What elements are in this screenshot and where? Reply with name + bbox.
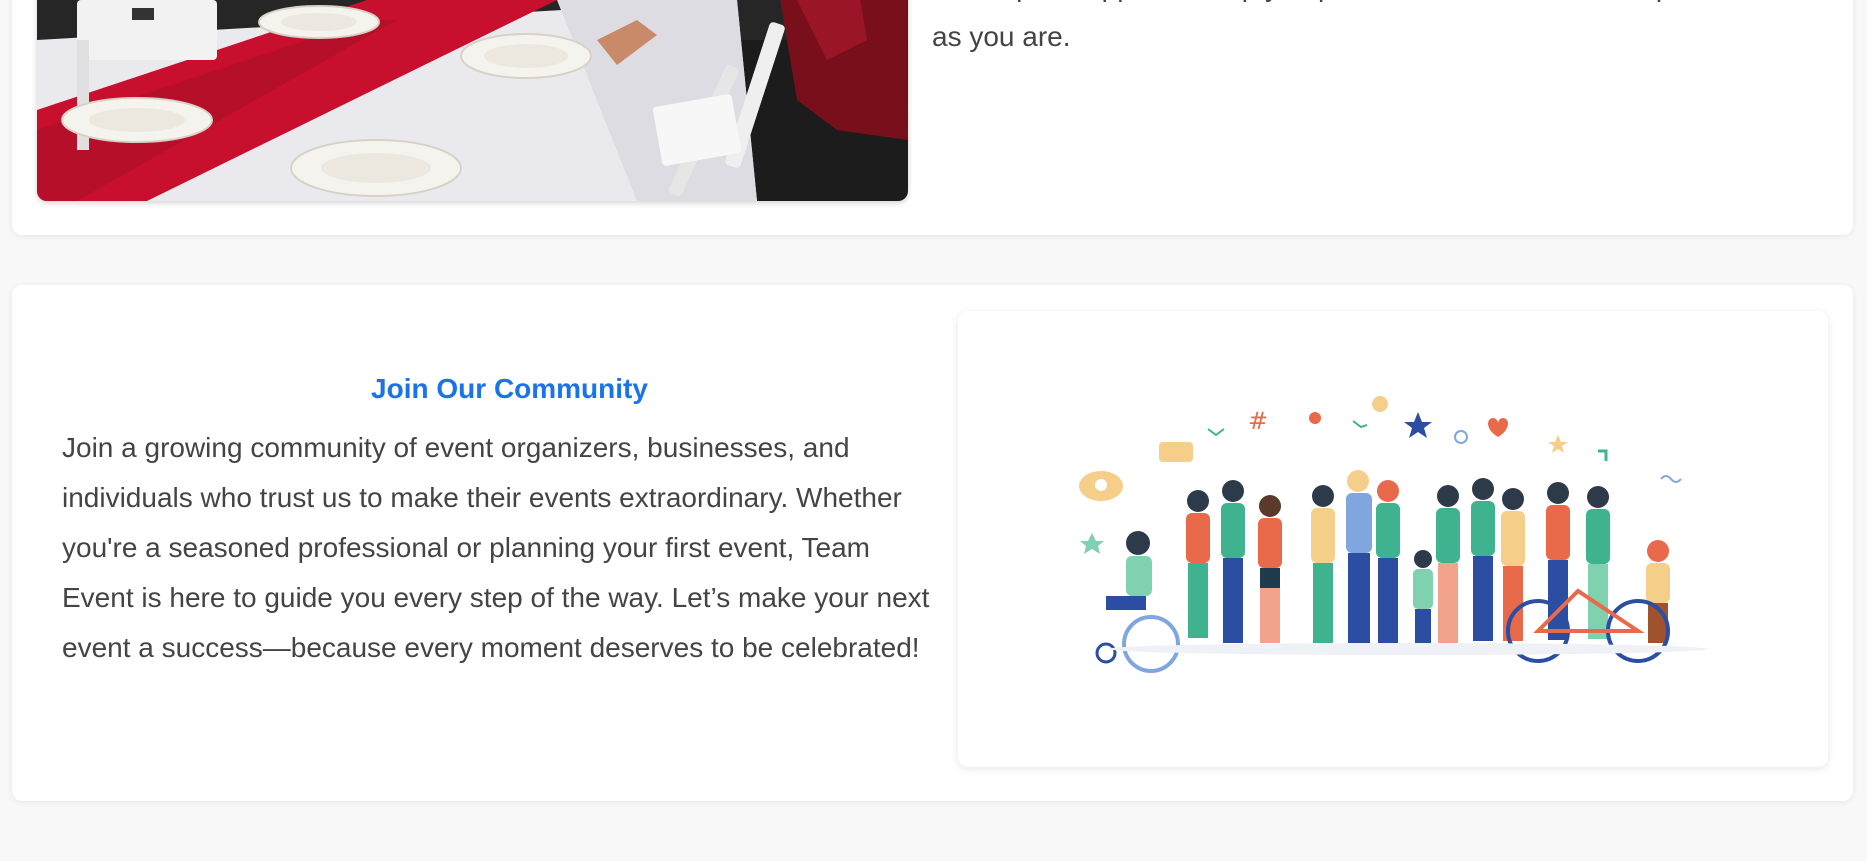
community-heading: Join Our Community: [371, 373, 648, 404]
table-setting-photo: [37, 0, 908, 201]
community-description: Join a growing community of event organi…: [62, 432, 930, 663]
people-group: [1095, 470, 1708, 673]
community-people-illustration: #: [1079, 396, 1708, 673]
table-setting-image: [37, 0, 908, 201]
about-description: and expert support to help you plan even…: [932, 0, 1832, 62]
community-section-card: Join Our Community Join a growing commun…: [12, 285, 1853, 801]
svg-text:#: #: [1248, 407, 1268, 435]
about-section-card: and expert support to help you plan even…: [12, 0, 1853, 235]
about-text-partial-top: and expert support to help you plan even…: [932, 0, 1832, 12]
about-text-partial-bottom: as you are.: [932, 21, 1071, 52]
community-illustration-card: #: [958, 311, 1828, 767]
